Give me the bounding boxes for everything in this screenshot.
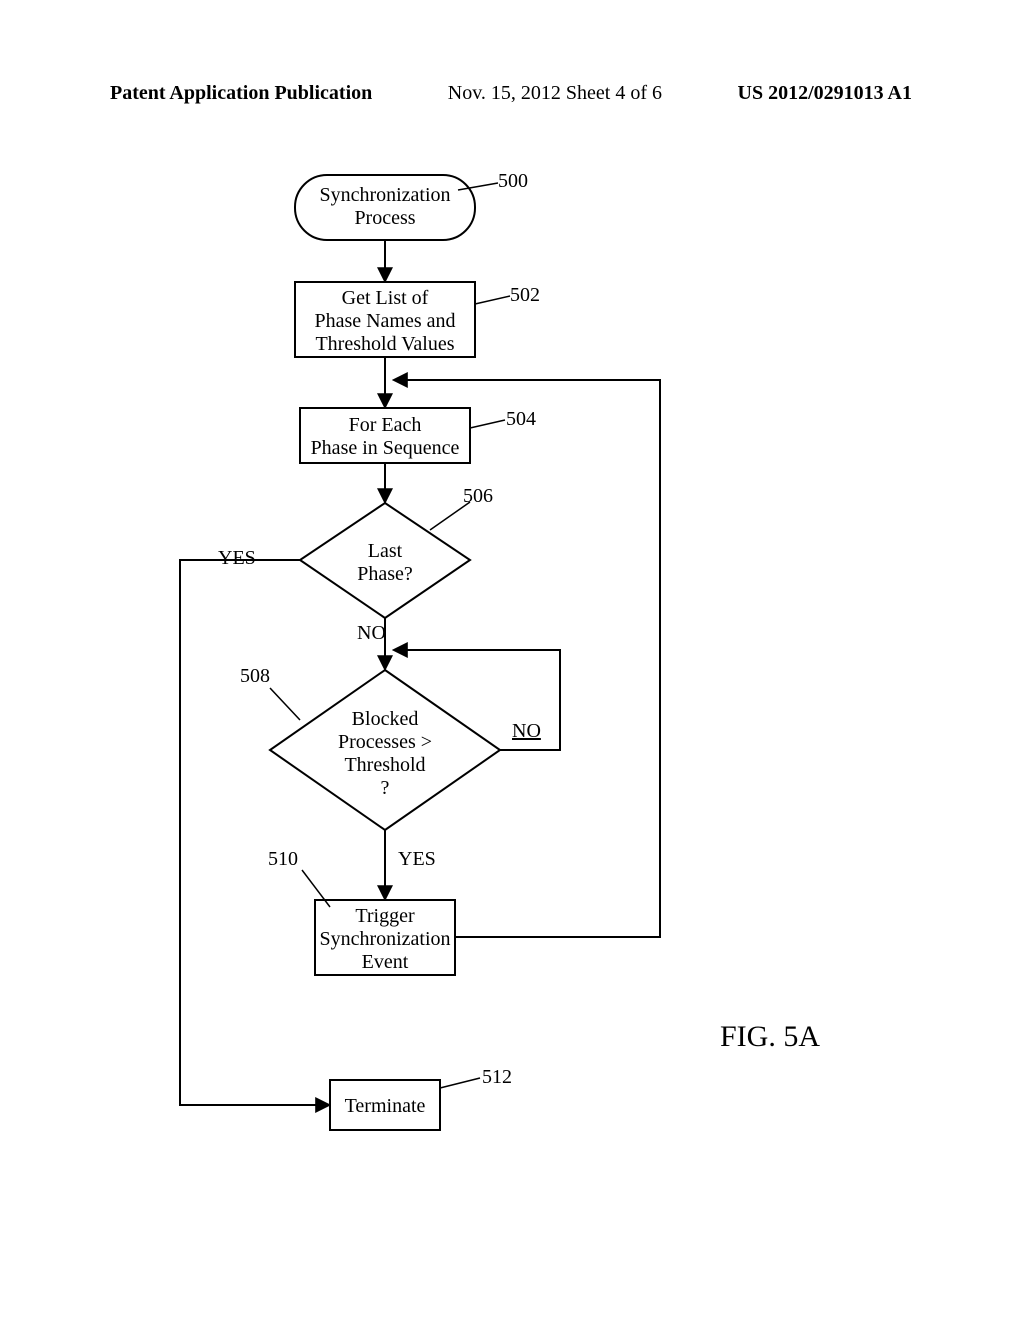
ref-512: 512 [482,1066,512,1089]
edge-label-508-no: NO [512,720,541,743]
node-506-label: Last Phase? [335,540,435,586]
ref-502-leader [475,296,510,304]
edge-label-506-yes: YES [218,547,256,570]
node-500-label: Synchronization Process [305,184,465,230]
node-512-label: Terminate [330,1095,440,1118]
ref-512-leader [440,1078,480,1088]
edge-label-508-yes: YES [398,848,436,871]
ref-504: 504 [506,408,536,431]
edge-label-506-no: NO [357,622,386,645]
ref-504-leader [470,420,505,428]
ref-508: 508 [240,665,270,688]
node-510-label: Trigger Synchronization Event [312,905,458,974]
ref-502: 502 [510,284,540,307]
node-504-label: For Each Phase in Sequence [300,414,470,460]
flowchart-canvas [0,0,1024,1320]
ref-508-leader [270,688,300,720]
node-502-label: Get List of Phase Names and Threshold Va… [298,287,472,356]
edge-506-yes [180,560,328,1105]
ref-500: 500 [498,170,528,193]
node-508-label: Blocked Processes > Threshold ? [320,708,450,800]
figure-label: FIG. 5A [720,1020,820,1055]
ref-510: 510 [268,848,298,871]
ref-506: 506 [463,485,493,508]
